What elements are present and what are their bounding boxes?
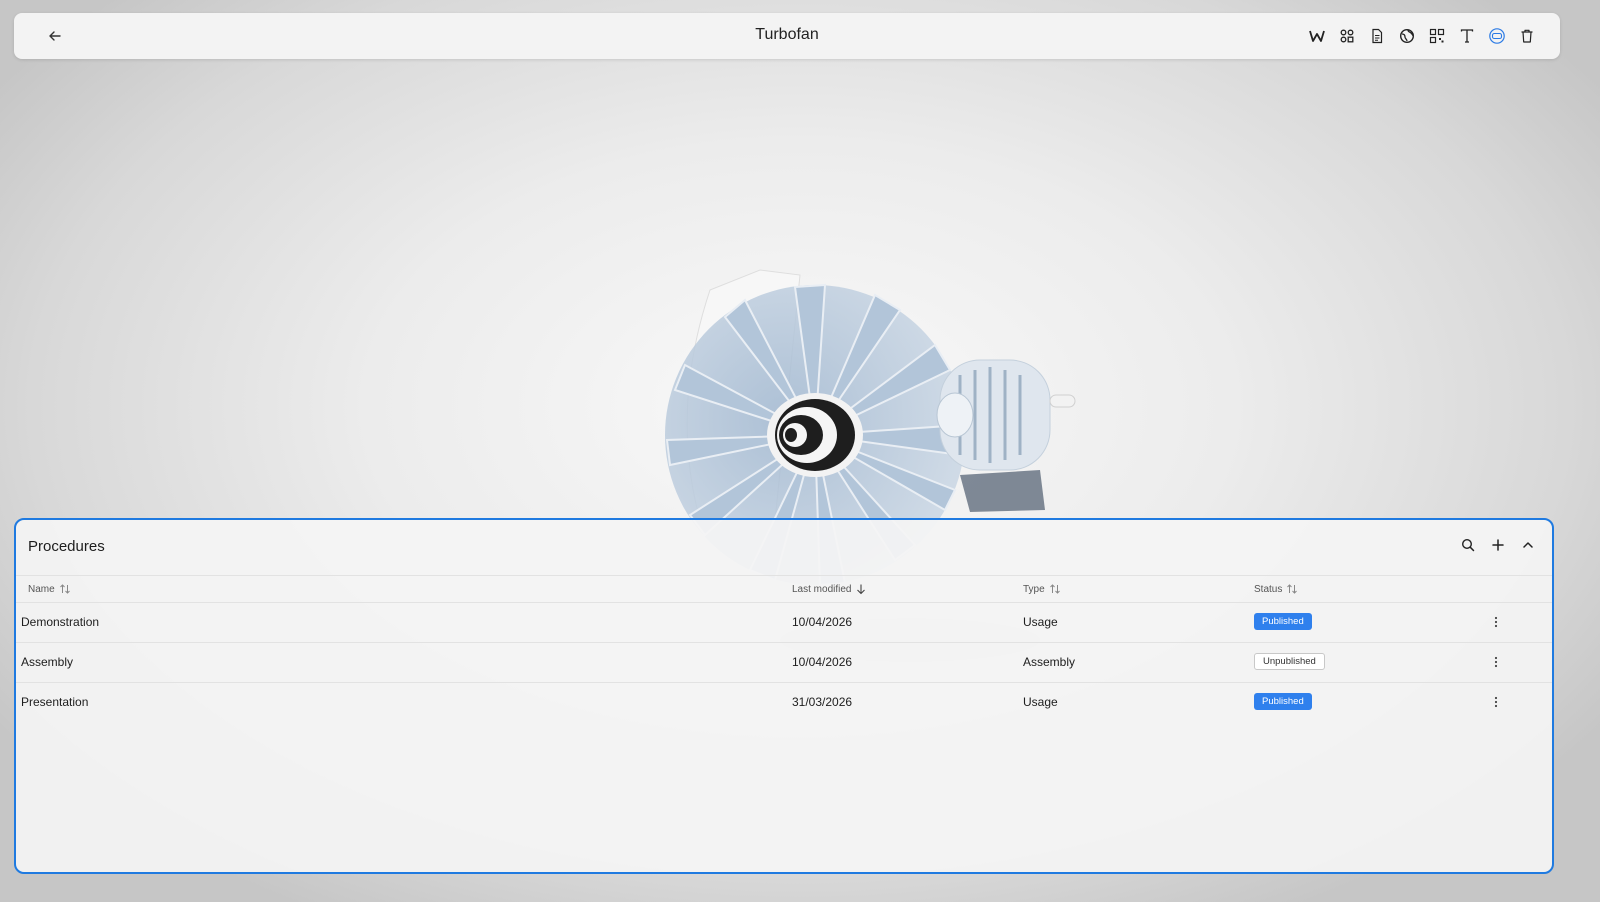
top-bar: Turbofan <box>14 13 1560 59</box>
procedure-type: Assembly <box>1023 655 1076 669</box>
collapse-panel-button[interactable] <box>1516 533 1540 557</box>
components-icon <box>1340 29 1354 43</box>
vr-headset-button[interactable] <box>1484 23 1510 49</box>
sort-icon <box>1287 584 1298 594</box>
row-menu-button[interactable] <box>1488 694 1504 710</box>
toolbar <box>1304 23 1540 49</box>
search-icon <box>1461 538 1475 552</box>
row-menu-button[interactable] <box>1488 654 1504 670</box>
globe-icon <box>1399 28 1415 44</box>
delete-button[interactable] <box>1514 23 1540 49</box>
search-button[interactable] <box>1456 533 1480 557</box>
procedure-date: 31/03/2026 <box>792 695 853 709</box>
table-row[interactable]: Demonstration 10/04/2026 Usage Published <box>16 602 1552 642</box>
column-header-label: Status <box>1254 583 1283 595</box>
sort-descending-icon <box>857 584 866 595</box>
document-icon <box>1372 28 1383 44</box>
procedure-name: Demonstration <box>21 615 100 629</box>
procedure-name: Assembly <box>21 655 74 669</box>
column-header-label: Last modified <box>792 583 852 595</box>
panel-actions <box>1456 533 1540 557</box>
column-header-last-modified[interactable]: Last modified <box>792 583 867 595</box>
more-vertical-icon <box>1494 696 1498 708</box>
document-button[interactable] <box>1364 23 1390 49</box>
status-badge: Unpublished <box>1254 653 1325 670</box>
plus-icon <box>1492 539 1504 551</box>
column-header-type[interactable]: Type <box>1023 583 1061 595</box>
panel-title: Procedures <box>28 538 105 555</box>
table-row[interactable]: Presentation 31/03/2026 Usage Published <box>16 682 1552 722</box>
procedure-date: 10/04/2026 <box>792 655 853 669</box>
procedure-type: Usage <box>1023 615 1058 629</box>
text-button[interactable] <box>1454 23 1480 49</box>
qr-code-icon <box>1429 28 1445 44</box>
chevron-up-icon <box>1523 542 1533 548</box>
row-menu-button[interactable] <box>1488 614 1504 630</box>
table-header: Name Last modified Type Status <box>16 576 1552 602</box>
components-button[interactable] <box>1334 23 1360 49</box>
add-procedure-button[interactable] <box>1486 533 1510 557</box>
status-badge: Published <box>1254 613 1312 630</box>
status-badge: Published <box>1254 693 1312 710</box>
table-row[interactable]: Assembly 10/04/2026 Assembly Unpublished <box>16 642 1552 682</box>
globe-button[interactable] <box>1394 23 1420 49</box>
procedure-type: Usage <box>1023 695 1058 709</box>
trash-icon <box>1521 29 1533 43</box>
procedure-name: Presentation <box>21 695 89 709</box>
more-vertical-icon <box>1494 656 1498 668</box>
vr-headset-icon <box>1489 28 1505 44</box>
sort-icon <box>1049 584 1060 594</box>
column-header-name[interactable]: Name <box>28 583 71 595</box>
qr-code-button[interactable] <box>1424 23 1450 49</box>
procedures-panel: Procedures Name Last modified Type Statu… <box>14 518 1554 874</box>
more-vertical-icon <box>1494 616 1498 628</box>
logo-tool-icon <box>1309 30 1325 42</box>
sort-icon <box>59 584 70 594</box>
procedure-date: 10/04/2026 <box>792 615 853 629</box>
text-icon <box>1460 29 1474 43</box>
column-header-status[interactable]: Status <box>1254 583 1298 595</box>
column-header-label: Name <box>28 583 55 595</box>
column-header-label: Type <box>1023 583 1045 595</box>
logo-tool-button[interactable] <box>1304 23 1330 49</box>
